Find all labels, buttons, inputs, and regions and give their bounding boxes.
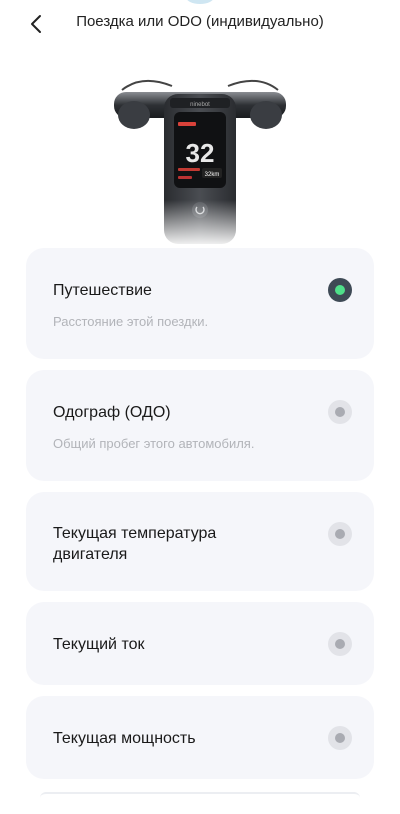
option-title: Текущая температура двигателя [53, 525, 217, 563]
radio-unselected[interactable] [328, 632, 352, 656]
option-description: Общий пробег этого автомобиля. [53, 436, 255, 451]
radio-selected[interactable] [328, 278, 352, 302]
radio-dot [335, 639, 345, 649]
option-title: Текущая мощность [53, 730, 196, 747]
option-description: Расстояние этой поездки. [53, 314, 209, 329]
radio-dot [335, 285, 345, 295]
page-title: Поездка или ODO (индивидуально) [76, 13, 324, 30]
radio-dot [335, 529, 345, 539]
option-title: Путешествие [53, 282, 152, 299]
svg-text:32: 32 [186, 138, 215, 168]
svg-text:32km: 32km [205, 172, 220, 178]
option-odo-card[interactable]: Одограф (ОДО) Общий пробег этого автомоб… [26, 370, 374, 481]
option-trip-card[interactable]: Путешествие Расстояние этой поездки. [26, 248, 374, 359]
option-title: Текущий ток [53, 636, 145, 653]
next-card-edge [40, 792, 360, 804]
radio-unselected[interactable] [328, 400, 352, 424]
svg-text:ninebot: ninebot [190, 102, 210, 108]
scooter-dashboard-image: ninebot 32 32km [112, 79, 288, 248]
option-motor-temperature-card[interactable]: Текущая температура двигателя [26, 492, 374, 591]
option-current-card[interactable]: Текущий ток [26, 602, 374, 685]
option-title: Одограф (ОДО) [53, 404, 171, 421]
radio-dot [335, 407, 345, 417]
radio-unselected[interactable] [328, 522, 352, 546]
header: Поездка или ODO (индивидуально) [0, 0, 400, 48]
radio-dot [335, 733, 345, 743]
radio-unselected[interactable] [328, 726, 352, 750]
option-power-card[interactable]: Текущая мощность [26, 696, 374, 779]
